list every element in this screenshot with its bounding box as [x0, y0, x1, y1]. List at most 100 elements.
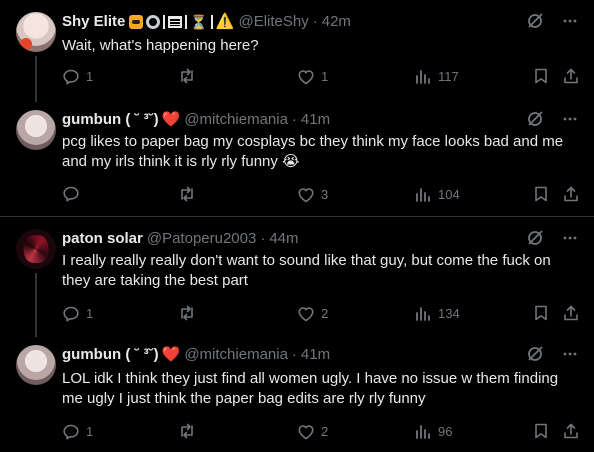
tweet-top-icons — [526, 229, 578, 247]
tweet-text: pcg likes to paper bag my cosplays bc th… — [62, 133, 564, 170]
timestamp[interactable]: 41m — [301, 345, 330, 365]
tweet-top-icons — [526, 12, 578, 30]
user-handle[interactable]: @EliteShy — [238, 12, 308, 32]
bookmark-button[interactable] — [532, 422, 550, 440]
user-handle[interactable]: @mitchiemania — [184, 345, 288, 365]
grok-icon[interactable] — [526, 12, 544, 30]
views-button[interactable]: 96 — [414, 422, 452, 442]
share-icon — [564, 305, 578, 321]
bookmark-button[interactable] — [532, 185, 550, 203]
repost-icon — [181, 68, 193, 84]
repost-icon — [181, 305, 193, 321]
reply-button[interactable]: 1 — [62, 304, 93, 324]
reply-button[interactable] — [62, 185, 86, 203]
reply-count: 1 — [86, 424, 94, 439]
repost-button[interactable] — [178, 185, 202, 203]
tweet-2[interactable]: gumbun ( ˘ ³˘) ❤️ @mitchiemania · 41m pc… — [0, 102, 594, 216]
bookmark-icon — [535, 423, 547, 439]
views-icon — [416, 188, 430, 202]
gear-emoji-icon — [146, 15, 161, 29]
tweet-3[interactable]: paton solar @Patoperu2003 · 44m I really… — [0, 217, 594, 337]
ledger-emoji-icon — [168, 16, 183, 28]
reply-button[interactable]: 1 — [62, 422, 93, 442]
like-button[interactable]: 1 — [297, 67, 328, 87]
tweet-top-icons — [526, 110, 578, 128]
reply-count: 1 — [86, 69, 94, 84]
bar-icon — [185, 15, 188, 29]
reply-count: 1 — [86, 306, 94, 321]
grok-icon[interactable] — [526, 229, 544, 247]
bookmark-icon — [535, 186, 547, 202]
user-handle[interactable]: @Patoperu2003 — [147, 229, 256, 249]
reply-button[interactable]: 1 — [62, 67, 93, 87]
bookmark-button[interactable] — [532, 67, 550, 85]
views-button[interactable]: 117 — [414, 67, 459, 87]
reply-icon — [63, 306, 79, 322]
share-button[interactable] — [562, 422, 580, 440]
display-name[interactable]: Shy Elite — [62, 12, 125, 32]
reply-icon — [63, 69, 79, 85]
display-name[interactable]: paton solar — [62, 229, 143, 249]
timestamp[interactable]: 44m — [269, 229, 298, 249]
views-icon — [416, 425, 430, 439]
more-icon[interactable] — [562, 346, 578, 362]
display-name[interactable]: gumbun ( ˘ ³˘) — [62, 110, 159, 130]
share-button[interactable] — [562, 67, 580, 85]
timestamp[interactable]: 41m — [301, 110, 330, 130]
like-button[interactable]: 3 — [297, 185, 328, 205]
tweet-header: Shy Elite ⏳ ⚠️ @EliteShy · 42m — [62, 12, 578, 32]
bookmark-icon — [535, 68, 547, 84]
like-count: 1 — [321, 69, 329, 84]
grok-icon[interactable] — [526, 345, 544, 363]
tweet-text: Wait, what's happening here? — [62, 37, 259, 54]
share-button[interactable] — [562, 304, 580, 322]
separator-dot: · — [260, 230, 266, 247]
avatar[interactable] — [16, 12, 56, 52]
repost-button[interactable] — [178, 422, 202, 440]
tiger-emoji-icon — [129, 15, 144, 29]
tweet-top-icons — [526, 345, 578, 363]
like-icon — [298, 188, 314, 203]
thread-line — [35, 56, 37, 102]
avatar[interactable] — [16, 345, 56, 385]
reply-icon — [63, 424, 79, 440]
avatar[interactable] — [16, 110, 56, 150]
tweet-text: LOL idk I think they just find all women… — [62, 370, 559, 407]
grok-icon[interactable] — [526, 110, 544, 128]
repost-icon — [181, 423, 193, 439]
separator-dot: · — [312, 13, 318, 30]
more-icon[interactable] — [562, 230, 578, 246]
views-icon — [416, 307, 430, 321]
like-button[interactable]: 2 — [297, 422, 328, 442]
tweet-header: gumbun ( ˘ ³˘) ❤️ @mitchiemania · 41m — [62, 110, 578, 130]
separator-dot: · — [291, 111, 297, 128]
like-button[interactable]: 2 — [297, 304, 328, 324]
views-button[interactable]: 104 — [414, 185, 460, 205]
more-icon[interactable] — [562, 13, 578, 29]
like-count: 3 — [321, 187, 329, 202]
display-name[interactable]: gumbun ( ˘ ³˘) — [62, 345, 159, 365]
bookmark-icon — [535, 305, 547, 321]
tweet-actions: 1 1 117 — [62, 67, 580, 87]
user-handle[interactable]: @mitchiemania — [184, 110, 288, 130]
more-icon[interactable] — [562, 111, 578, 127]
tweet-actions: 3 104 — [62, 185, 580, 205]
name-badges: ⏳ ⚠️ — [129, 12, 234, 32]
hourglass-emoji-icon: ⏳ — [190, 14, 208, 30]
repost-button[interactable] — [178, 67, 202, 85]
tweet-1[interactable]: Shy Elite ⏳ ⚠️ @EliteShy · 42m Wait, wha… — [0, 0, 594, 102]
like-icon — [298, 307, 314, 322]
tweet-4[interactable]: gumbun ( ˘ ³˘) ❤️ @mitchiemania · 41m LO… — [0, 337, 594, 452]
views-count: 117 — [438, 69, 459, 84]
like-icon — [298, 425, 314, 440]
views-count: 96 — [438, 424, 453, 439]
views-count: 134 — [438, 306, 460, 321]
views-button[interactable]: 134 — [414, 304, 460, 324]
repost-button[interactable] — [178, 304, 202, 322]
bar-icon — [210, 15, 213, 29]
avatar[interactable] — [16, 229, 56, 269]
bookmark-button[interactable] — [532, 304, 550, 322]
timestamp[interactable]: 42m — [322, 12, 351, 32]
tweet-actions: 1 2 96 — [62, 422, 580, 442]
share-button[interactable] — [562, 185, 580, 203]
